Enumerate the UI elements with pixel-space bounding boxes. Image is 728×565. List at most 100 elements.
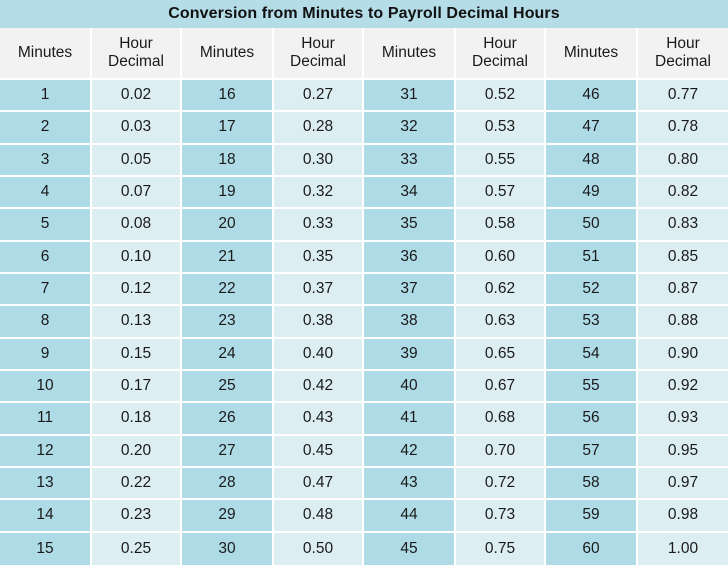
- cell-hour-decimal: 0.35: [274, 241, 364, 274]
- cell-minutes: 14: [0, 500, 92, 533]
- cell-minutes: 21: [182, 241, 274, 274]
- cell-hour-decimal: 0.93: [638, 403, 728, 436]
- cell-minutes: 51: [546, 241, 638, 274]
- header-label-hour: Hour: [119, 35, 153, 53]
- cell-hour-decimal: 0.20: [92, 435, 182, 468]
- cell-minutes: 49: [546, 176, 638, 210]
- cell-hour-decimal: 0.60: [456, 241, 546, 274]
- table-row: 8 0.13 23 0.38 38 0.63 53 0.88: [0, 306, 728, 339]
- table-row: 6 0.10 21 0.35 36 0.60 51 0.85: [0, 241, 728, 274]
- cell-hour-decimal: 0.83: [638, 209, 728, 242]
- cell-minutes: 41: [364, 403, 456, 436]
- cell-hour-decimal: 0.58: [456, 209, 546, 242]
- table-title-band: Conversion from Minutes to Payroll Decim…: [0, 0, 728, 28]
- header-label-minutes: Minutes: [17, 44, 73, 62]
- cell-minutes: 38: [364, 306, 456, 339]
- cell-hour-decimal: 0.78: [638, 112, 728, 145]
- cell-hour-decimal: 0.08: [92, 209, 182, 242]
- cell-minutes: 25: [182, 370, 274, 404]
- cell-hour-decimal: 0.67: [456, 370, 546, 404]
- cell-minutes: 18: [182, 144, 274, 177]
- cell-minutes: 27: [182, 435, 274, 468]
- cell-hour-decimal: 0.95: [638, 435, 728, 468]
- header-cell-hour-decimal: Hour Decimal: [274, 28, 364, 80]
- table-row: 4 0.07 19 0.32 34 0.57 49 0.82: [0, 176, 728, 210]
- cell-hour-decimal: 1.00: [638, 532, 728, 565]
- cell-hour-decimal: 0.38: [274, 306, 364, 339]
- page-title: Conversion from Minutes to Payroll Decim…: [168, 5, 560, 22]
- cell-hour-decimal: 0.43: [274, 403, 364, 436]
- cell-minutes: 58: [546, 467, 638, 501]
- cell-minutes: 33: [364, 144, 456, 177]
- cell-minutes: 34: [364, 176, 456, 210]
- cell-hour-decimal: 0.05: [92, 144, 182, 177]
- header-label-hour: Hour: [483, 35, 517, 53]
- cell-hour-decimal: 0.90: [638, 338, 728, 371]
- cell-minutes: 13: [0, 467, 92, 501]
- cell-minutes: 59: [546, 500, 638, 533]
- cell-hour-decimal: 0.28: [274, 112, 364, 145]
- cell-minutes: 17: [182, 112, 274, 145]
- header-label-minutes: Minutes: [563, 44, 619, 62]
- cell-hour-decimal: 0.18: [92, 403, 182, 436]
- cell-minutes: 9: [0, 338, 92, 371]
- cell-minutes: 26: [182, 403, 274, 436]
- cell-hour-decimal: 0.55: [456, 144, 546, 177]
- cell-hour-decimal: 0.37: [274, 273, 364, 307]
- cell-minutes: 29: [182, 500, 274, 533]
- cell-hour-decimal: 0.73: [456, 500, 546, 533]
- cell-hour-decimal: 0.03: [92, 112, 182, 145]
- cell-hour-decimal: 0.82: [638, 176, 728, 210]
- header-label-hour-decimal: Hour Decimal: [655, 35, 711, 71]
- cell-minutes: 36: [364, 241, 456, 274]
- table-header-row: Minutes Hour Decimal Minutes Hour Decimal Minu…: [0, 28, 728, 80]
- header-label-hour: Hour: [301, 35, 335, 53]
- cell-hour-decimal: 0.88: [638, 306, 728, 339]
- cell-hour-decimal: 0.75: [456, 532, 546, 565]
- table-row: 15 0.25 30 0.50 45 0.75 60 1.00: [0, 532, 728, 565]
- cell-minutes: 56: [546, 403, 638, 436]
- cell-minutes: 32: [364, 112, 456, 145]
- cell-minutes: 15: [0, 532, 92, 565]
- table-row: 12 0.20 27 0.45 42 0.70 57 0.95: [0, 435, 728, 468]
- cell-minutes: 47: [546, 112, 638, 145]
- table-row: 10 0.17 25 0.42 40 0.67 55 0.92: [0, 370, 728, 404]
- header-label-decimal: Decimal: [472, 53, 528, 70]
- table-row: 1 0.02 16 0.27 31 0.52 46 0.77: [0, 80, 728, 113]
- cell-hour-decimal: 0.30: [274, 144, 364, 177]
- header-cell-minutes: Minutes: [0, 28, 92, 80]
- cell-hour-decimal: 0.53: [456, 112, 546, 145]
- cell-hour-decimal: 0.23: [92, 500, 182, 533]
- cell-minutes: 53: [546, 306, 638, 339]
- cell-hour-decimal: 0.80: [638, 144, 728, 177]
- cell-hour-decimal: 0.72: [456, 467, 546, 501]
- cell-minutes: 52: [546, 273, 638, 307]
- header-label-decimal: Decimal: [290, 53, 346, 70]
- cell-minutes: 28: [182, 467, 274, 501]
- cell-hour-decimal: 0.97: [638, 467, 728, 501]
- cell-hour-decimal: 0.92: [638, 370, 728, 404]
- cell-hour-decimal: 0.47: [274, 467, 364, 501]
- cell-hour-decimal: 0.52: [456, 80, 546, 113]
- cell-minutes: 30: [182, 532, 274, 565]
- cell-minutes: 42: [364, 435, 456, 468]
- cell-minutes: 1: [0, 80, 92, 113]
- cell-hour-decimal: 0.15: [92, 338, 182, 371]
- header-label-hour-decimal: Hour Decimal: [290, 35, 346, 71]
- cell-minutes: 6: [0, 241, 92, 274]
- header-cell-hour-decimal: Hour Decimal: [456, 28, 546, 80]
- cell-hour-decimal: 0.17: [92, 370, 182, 404]
- cell-minutes: 8: [0, 306, 92, 339]
- header-label-decimal: Decimal: [108, 53, 164, 70]
- cell-minutes: 35: [364, 209, 456, 242]
- header-label-minutes: Minutes: [381, 44, 437, 62]
- cell-minutes: 16: [182, 80, 274, 113]
- table-row: 14 0.23 29 0.48 44 0.73 59 0.98: [0, 500, 728, 533]
- cell-minutes: 44: [364, 500, 456, 533]
- header-label-hour: Hour: [666, 35, 700, 53]
- cell-hour-decimal: 0.12: [92, 273, 182, 307]
- table-grid: Minutes Hour Decimal Minutes Hour Decimal Minu…: [0, 28, 728, 565]
- cell-minutes: 24: [182, 338, 274, 371]
- header-cell-minutes: Minutes: [182, 28, 274, 80]
- cell-minutes: 23: [182, 306, 274, 339]
